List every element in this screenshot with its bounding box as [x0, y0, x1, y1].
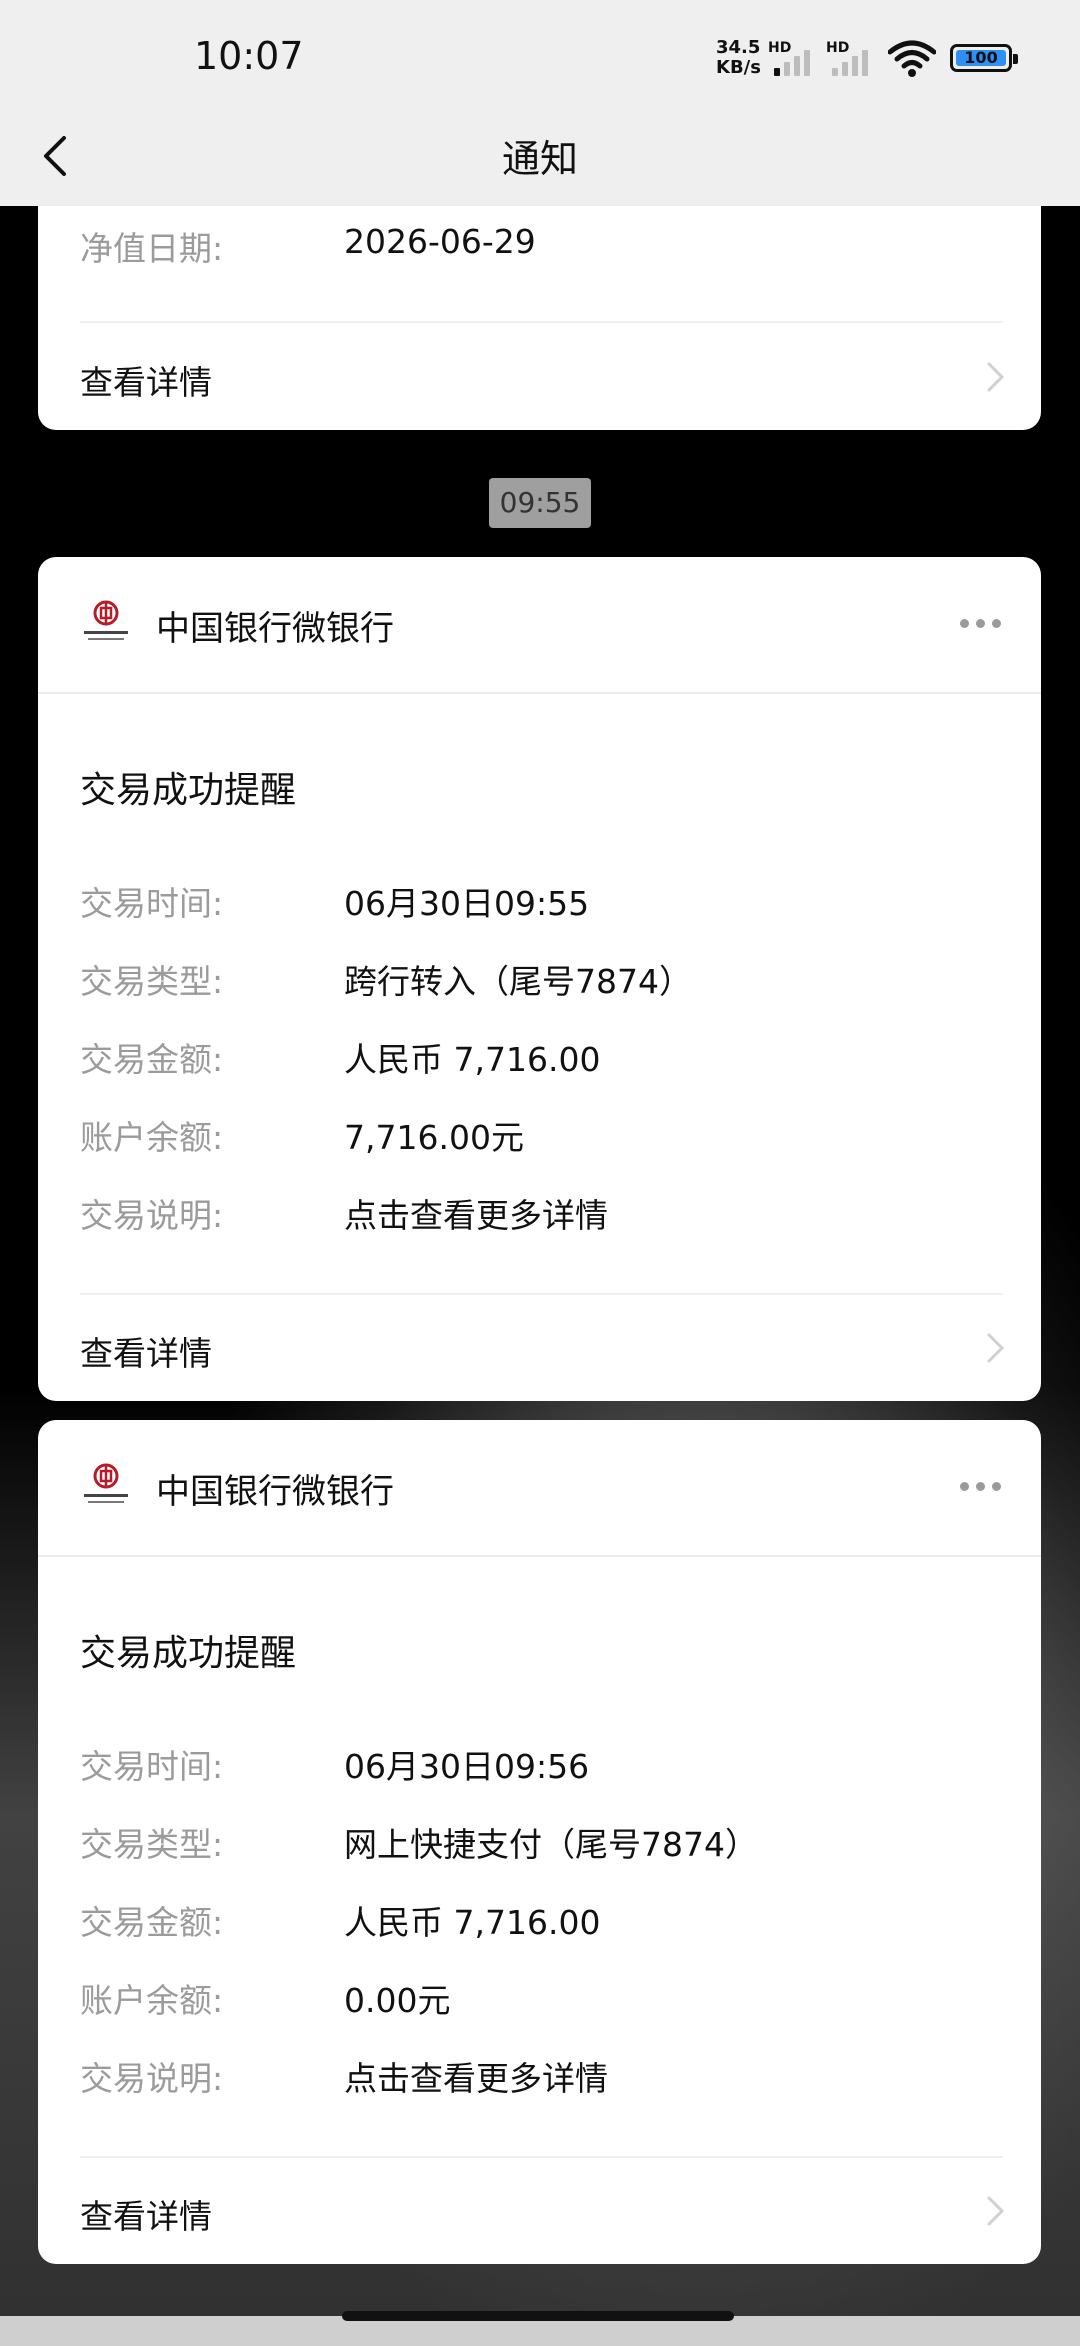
status-bar: 10:07 34.5 KB/s HD HD 100	[0, 0, 1080, 110]
row-label-transaction-time: 交易时间:	[80, 1747, 224, 1786]
row-value-transaction-type: 网上快捷支付（尾号7874）	[344, 1825, 758, 1864]
row-value-transaction-time: 06月30日09:56	[344, 1747, 590, 1786]
chevron-right-icon	[987, 2196, 1005, 2226]
sender-name: 中国银行微银行	[156, 1472, 394, 1512]
divider	[80, 1293, 1003, 1295]
notification-card-partial: 净值日期: 2026-06-29 查看详情	[38, 206, 1041, 430]
row-value-amount: 人民币 7,716.00	[344, 1903, 601, 1942]
row-value-description: 点击查看更多详情	[344, 2059, 608, 2098]
sender-name: 中国银行微银行	[156, 609, 394, 649]
card-header: 中国银行微银行	[38, 1420, 1041, 1557]
wifi-icon	[888, 40, 936, 77]
home-indicator[interactable]	[342, 2311, 734, 2321]
row-value-transaction-type: 跨行转入（尾号7874）	[344, 962, 692, 1001]
row-label-amount: 交易金额:	[80, 1903, 224, 1942]
row-value-amount: 人民币 7,716.00	[344, 1040, 601, 1079]
row-value-transaction-time: 06月30日09:55	[344, 884, 590, 923]
battery-level: 100	[964, 48, 998, 67]
card-header: 中国银行微银行	[38, 557, 1041, 694]
battery-icon: 100	[950, 44, 1018, 72]
notification-card: 中国银行微银行 交易成功提醒 交易时间: 06月30日09:56 交易类型: 网…	[38, 1420, 1041, 2264]
row-label-description: 交易说明:	[80, 1196, 224, 1235]
row-label-transaction-type: 交易类型:	[80, 1825, 224, 1864]
row-label-amount: 交易金额:	[80, 1040, 224, 1079]
chevron-right-icon	[987, 362, 1005, 392]
notification-card: 中国银行微银行 交易成功提醒 交易时间: 06月30日09:55 交易类型: 跨…	[38, 557, 1041, 1401]
row-label-balance: 账户余额:	[80, 1118, 224, 1157]
row-label-nav-date: 净值日期:	[80, 229, 224, 268]
divider	[80, 321, 1003, 323]
notification-title: 交易成功提醒	[80, 1633, 297, 1674]
bank-of-china-logo-icon	[84, 1463, 128, 1503]
network-speed-unit: KB/s	[716, 57, 761, 78]
row-value-nav-date: 2026-06-29	[344, 222, 536, 261]
row-value-balance: 0.00元	[344, 1981, 451, 2020]
row-label-transaction-time: 交易时间:	[80, 884, 224, 923]
row-value-balance: 7,716.00元	[344, 1118, 524, 1157]
row-label-description: 交易说明:	[80, 2059, 224, 2098]
row-label-transaction-type: 交易类型:	[80, 962, 224, 1001]
navigation-bar: 通知	[0, 110, 1080, 206]
view-details-link[interactable]: 查看详情	[80, 356, 212, 404]
more-options-icon[interactable]	[960, 619, 1001, 628]
more-options-icon[interactable]	[960, 1482, 1001, 1491]
bank-of-china-logo-icon	[84, 600, 128, 640]
view-details-link[interactable]: 查看详情	[80, 1327, 212, 1375]
time-separator: 09:55	[489, 478, 591, 528]
notification-title: 交易成功提醒	[80, 770, 297, 811]
status-time: 10:07	[194, 34, 304, 78]
divider	[80, 2156, 1003, 2158]
row-value-description: 点击查看更多详情	[344, 1196, 608, 1235]
view-details-link[interactable]: 查看详情	[80, 2190, 212, 2238]
page-title: 通知	[501, 137, 578, 181]
chevron-right-icon	[987, 1333, 1005, 1363]
network-speed: 34.5 KB/s	[716, 38, 761, 78]
network-speed-value: 34.5	[716, 37, 761, 58]
row-label-balance: 账户余额:	[80, 1981, 224, 2020]
